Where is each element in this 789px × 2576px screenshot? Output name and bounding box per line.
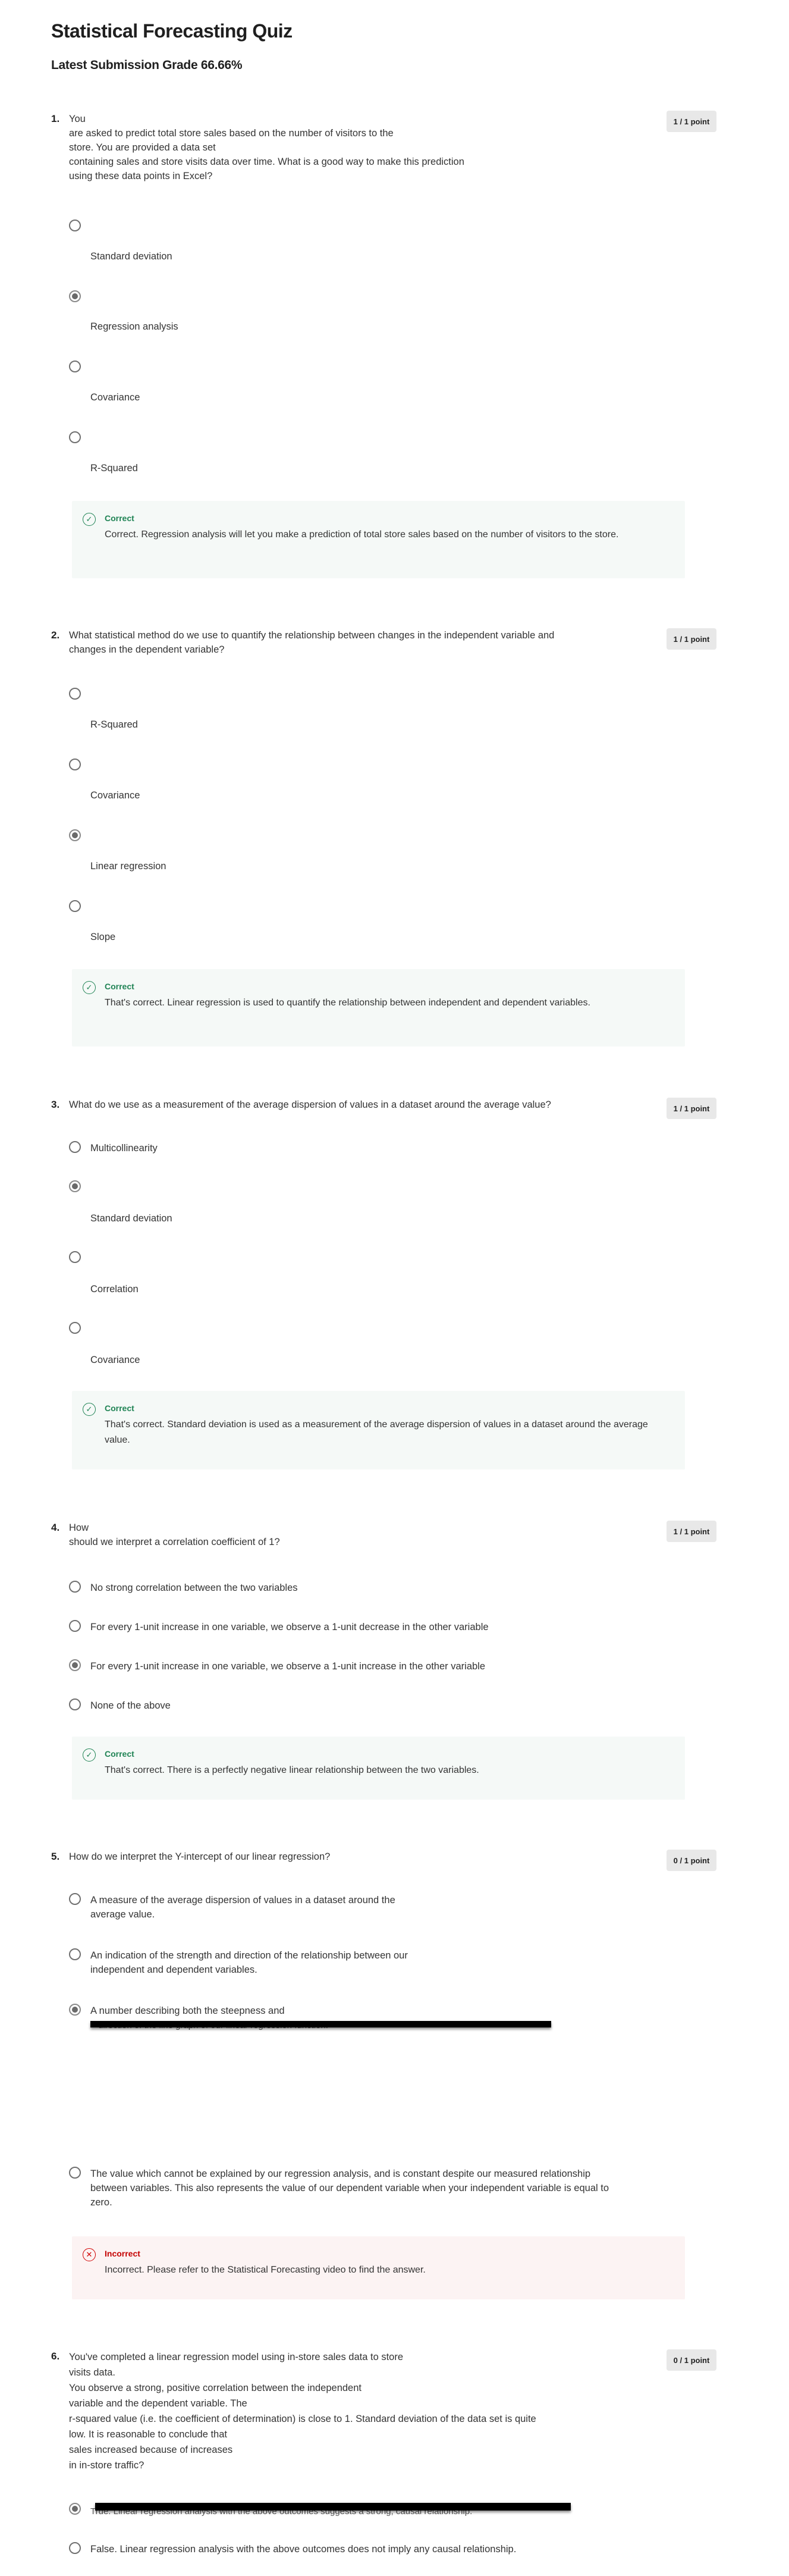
radio-option[interactable] [69, 2542, 81, 2554]
check-circle-icon: ✓ [83, 1403, 96, 1416]
question-number: 2. [51, 629, 60, 641]
question-number: 5. [51, 1851, 60, 1862]
feedback-correct: ✓ Correct That's correct. Standard devia… [72, 1391, 685, 1469]
radio-option-selected[interactable] [69, 290, 81, 302]
option-label[interactable]: Covariance [90, 788, 614, 803]
question-number: 3. [51, 1099, 60, 1110]
check-circle-icon: ✓ [83, 981, 96, 994]
question-text: You've completed a linear regression mod… [69, 2352, 536, 2471]
radio-option[interactable] [69, 1581, 81, 1593]
feedback-incorrect: ✕ Incorrect Incorrect. Please refer to t… [72, 2236, 685, 2299]
x-circle-icon: ✕ [83, 2248, 96, 2261]
redaction-bar [90, 2021, 551, 2027]
option-label[interactable]: Correlation [90, 1282, 614, 1296]
check-circle-icon: ✓ [83, 513, 96, 526]
score-badge: 1 / 1 point [667, 111, 716, 132]
option-label[interactable]: For every 1-unit increase in one variabl… [90, 1659, 614, 1674]
feedback-text: That's correct. There is a perfectly neg… [105, 1765, 479, 1775]
option-label[interactable]: R-Squared [90, 717, 614, 732]
feedback-correct: ✓ Correct That's correct. Linear regress… [72, 969, 685, 1046]
score-badge: 1 / 1 point [667, 1521, 716, 1542]
radio-option[interactable] [69, 759, 81, 770]
radio-option[interactable] [69, 2167, 81, 2179]
feedback-status: Incorrect [105, 2249, 140, 2258]
radio-option[interactable] [69, 1322, 81, 1334]
option-label[interactable]: R-Squared [90, 461, 614, 475]
radio-option-selected[interactable] [69, 1180, 81, 1192]
radio-option[interactable] [69, 1141, 81, 1153]
submission-grade: Latest Submission Grade 66.66% [51, 58, 243, 72]
feedback-correct: ✓ Correct That's correct. There is a per… [72, 1737, 685, 1800]
question-number: 1. [51, 113, 60, 124]
page-title: Statistical Forecasting Quiz [51, 20, 293, 42]
option-label[interactable]: Covariance [90, 1353, 614, 1367]
option-label[interactable]: False. Linear regression analysis with t… [90, 2542, 614, 2556]
option-label[interactable]: For every 1-unit increase in one variabl… [90, 1620, 614, 1634]
feedback-status: Correct [105, 513, 134, 523]
feedback-text: Incorrect. Please refer to the Statistic… [105, 2265, 426, 2275]
option-label[interactable]: Multicollinearity [90, 1141, 614, 1155]
question-text: You are asked to predict total store sal… [69, 114, 464, 181]
option-label[interactable]: Slope [90, 930, 614, 944]
feedback-text: Correct. Regression analysis will let yo… [105, 529, 619, 540]
score-badge: 0 / 1 point [667, 2349, 716, 2371]
question-text: How do we interpret the Y-intercept of o… [69, 1851, 331, 1862]
radio-option[interactable] [69, 1620, 81, 1632]
score-badge: 1 / 1 point [667, 628, 716, 650]
option-label[interactable]: An indication of the strength and direct… [90, 1948, 614, 1977]
radio-option-selected[interactable] [69, 2004, 81, 2016]
radio-option[interactable] [69, 220, 81, 231]
option-label[interactable]: Regression analysis [90, 319, 614, 334]
score-badge: 1 / 1 point [667, 1098, 716, 1119]
option-label[interactable]: A number describing both the steepness a… [90, 2004, 614, 2018]
option-label[interactable]: None of the above [90, 1698, 614, 1713]
question-text: How should we interpret a correlation co… [69, 1522, 280, 1547]
radio-option[interactable] [69, 361, 81, 372]
option-label[interactable]: A measure of the average dispersion of v… [90, 1893, 614, 1922]
option-label[interactable]: Standard deviation [90, 249, 614, 264]
score-badge: 0 / 1 point [667, 1850, 716, 1871]
redaction-bar [95, 2503, 571, 2511]
feedback-status: Correct [105, 1403, 134, 1413]
radio-option[interactable] [69, 1251, 81, 1263]
option-label[interactable]: The value which cannot be explained by o… [90, 2167, 625, 2210]
radio-option-selected[interactable] [69, 829, 81, 841]
feedback-text: That's correct. Linear regression is use… [105, 998, 590, 1008]
option-label[interactable]: Standard deviation [90, 1211, 614, 1226]
option-label[interactable]: No strong correlation between the two va… [90, 1581, 614, 1595]
radio-option[interactable] [69, 1948, 81, 1960]
feedback-correct: ✓ Correct Correct. Regression analysis w… [72, 501, 685, 578]
radio-option[interactable] [69, 431, 81, 443]
feedback-status: Correct [105, 982, 134, 991]
check-circle-icon: ✓ [83, 1748, 96, 1762]
feedback-status: Correct [105, 1749, 134, 1759]
option-label[interactable]: Linear regression [90, 859, 614, 873]
radio-option-selected[interactable] [69, 1659, 81, 1671]
question-text: What do we use as a measurement of the a… [69, 1099, 551, 1110]
radio-option[interactable] [69, 900, 81, 912]
question-number: 4. [51, 1522, 60, 1533]
feedback-text: That's correct. Standard deviation is us… [105, 1419, 648, 1445]
option-label[interactable]: Covariance [90, 390, 614, 405]
question-number: 6. [51, 2351, 60, 2362]
radio-option[interactable] [69, 688, 81, 700]
radio-option[interactable] [69, 1698, 81, 1710]
question-text: What statistical method do we use to qua… [69, 630, 555, 655]
radio-option-selected[interactable] [69, 2503, 81, 2515]
radio-option[interactable] [69, 1893, 81, 1905]
